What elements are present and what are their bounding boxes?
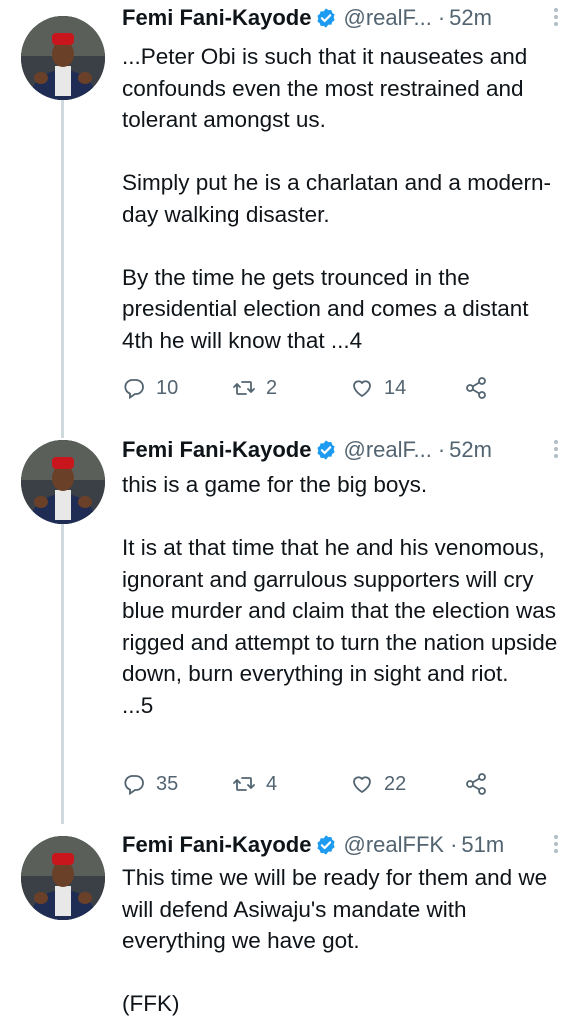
reply-count: 10: [156, 376, 179, 399]
like-button[interactable]: 22: [350, 770, 406, 798]
author-name[interactable]: Femi Fani-Kayode: [122, 832, 311, 858]
tweet-paragraph: Simply put he is a charlatan and a moder…: [122, 170, 551, 227]
timestamp[interactable]: 52m: [449, 437, 492, 463]
more-vertical-icon[interactable]: [554, 5, 558, 29]
reply-icon: [124, 775, 144, 796]
tweet-paragraph: It is at that time that he and his venom…: [122, 535, 558, 718]
share-button[interactable]: [464, 374, 488, 402]
verified-badge-icon: [317, 440, 336, 460]
author-name[interactable]: Femi Fani-Kayode: [122, 437, 311, 463]
author-handle[interactable]: @realF...: [343, 437, 431, 463]
heart-icon: [353, 776, 371, 793]
retweet-button[interactable]: 4: [232, 770, 277, 798]
heart-icon: [353, 380, 371, 397]
retweet-icon: [233, 381, 255, 395]
tweet-paragraph: this is a game for the big boys.: [122, 472, 428, 497]
tweet-paragraph: By the time he gets trounced in the pres…: [122, 264, 529, 353]
tweet-paragraph: ...Peter Obi is such that it nauseates a…: [122, 44, 528, 132]
timestamp[interactable]: 52m: [449, 5, 492, 31]
author-name[interactable]: Femi Fani-Kayode: [122, 5, 311, 31]
tweet-text: ...Peter Obi is such that it nauseates a…: [122, 41, 562, 356]
avatar[interactable]: [21, 836, 105, 920]
timestamp[interactable]: 51m: [461, 832, 504, 858]
verified-badge-icon: [317, 8, 336, 28]
tweet[interactable]: Femi Fani-Kayode @realF... · 52m this is…: [0, 420, 578, 820]
tweet-header: Femi Fani-Kayode @realF... · 52m: [122, 3, 562, 33]
tweet-header: Femi Fani-Kayode @realF... · 52m: [122, 435, 562, 465]
more-vertical-icon[interactable]: [554, 832, 558, 856]
tweet[interactable]: Femi Fani-Kayode @realF... · 52m ...Pete…: [0, 0, 578, 420]
avatar[interactable]: [21, 16, 105, 100]
separator-dot: ·: [437, 437, 446, 462]
tweet-paragraph: (FFK): [122, 991, 180, 1016]
tweet-text: this is a game for the big boys. It is a…: [122, 469, 562, 721]
more-vertical-icon[interactable]: [554, 437, 558, 461]
separator-dot: ·: [437, 5, 446, 30]
avatar-image: [21, 440, 105, 524]
share-icon: [466, 773, 486, 795]
avatar[interactable]: [21, 440, 105, 524]
author-handle[interactable]: @realF...: [343, 5, 431, 31]
avatar-image: [21, 836, 105, 920]
author-handle[interactable]: @realFFK: [343, 832, 444, 858]
like-count: 14: [384, 376, 407, 399]
avatar-image: [21, 16, 105, 100]
tweet-header: Femi Fani-Kayode @realFFK · 51m: [122, 830, 562, 860]
separator-dot: ·: [450, 832, 458, 857]
retweet-button[interactable]: 2: [232, 374, 277, 402]
tweet[interactable]: Femi Fani-Kayode @realFFK · 51m This tim…: [0, 820, 578, 1024]
like-button[interactable]: 14: [350, 374, 406, 402]
tweet-paragraph: This time we will be ready for them and …: [122, 865, 548, 953]
reply-button[interactable]: 10: [122, 374, 178, 402]
retweet-icon: [233, 777, 255, 791]
share-icon: [466, 377, 486, 399]
retweet-count: 2: [266, 376, 278, 399]
reply-button[interactable]: 35: [122, 770, 178, 798]
action-bar: 35 4 22: [122, 770, 502, 798]
verified-badge-icon: [317, 835, 336, 855]
action-bar: 10 2 14: [122, 374, 502, 402]
retweet-count: 4: [266, 772, 278, 795]
share-button[interactable]: [464, 770, 488, 798]
reply-icon: [124, 379, 144, 400]
reply-count: 35: [156, 772, 179, 795]
like-count: 22: [384, 772, 407, 795]
tweet-text: This time we will be ready for them and …: [122, 862, 562, 1020]
